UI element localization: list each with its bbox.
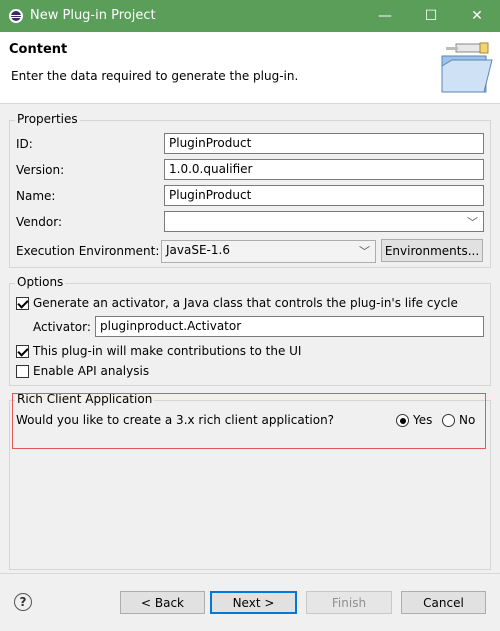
rcp-yes-radio[interactable] bbox=[396, 414, 409, 427]
page-title: Content bbox=[9, 42, 68, 57]
api-analysis-label[interactable]: Enable API analysis bbox=[33, 364, 149, 378]
back-button[interactable]: < Back bbox=[120, 591, 205, 614]
rcp-question: Would you like to create a 3.x rich clie… bbox=[16, 413, 335, 427]
name-label: Name: bbox=[16, 189, 56, 203]
title-bar: New Plug-in Project — ☐ ✕ bbox=[0, 0, 500, 32]
exec-env-label: Execution Environment: bbox=[16, 244, 160, 258]
cancel-button[interactable]: Cancel bbox=[401, 591, 486, 614]
generate-activator-checkbox[interactable] bbox=[16, 297, 29, 310]
eclipse-app-icon bbox=[9, 9, 23, 23]
wizard-header: Content Enter the data required to gener… bbox=[0, 32, 500, 104]
id-label: ID: bbox=[16, 137, 33, 151]
page-description: Enter the data required to generate the … bbox=[11, 69, 299, 83]
rcp-no-label[interactable]: No bbox=[459, 413, 475, 427]
minimize-button[interactable]: — bbox=[362, 0, 408, 32]
chevron-down-icon: ﹀ bbox=[359, 245, 370, 258]
name-field[interactable]: PluginProduct bbox=[164, 185, 484, 206]
exec-env-value: JavaSE-1.6 bbox=[166, 243, 230, 257]
version-label: Version: bbox=[16, 163, 65, 177]
chevron-down-icon: ﹀ bbox=[467, 216, 478, 229]
footer-separator bbox=[0, 573, 500, 574]
api-analysis-checkbox[interactable] bbox=[16, 365, 29, 378]
ui-contributions-checkbox[interactable] bbox=[16, 345, 29, 358]
next-button[interactable]: Next > bbox=[210, 591, 297, 614]
ui-contributions-label[interactable]: This plug-in will make contributions to … bbox=[33, 344, 301, 358]
activator-field[interactable]: pluginproduct.Activator bbox=[95, 316, 484, 337]
vendor-label: Vendor: bbox=[16, 215, 62, 229]
properties-legend: Properties bbox=[15, 112, 80, 126]
help-icon[interactable]: ? bbox=[14, 593, 32, 611]
generate-activator-label[interactable]: Generate an activator, a Java class that… bbox=[33, 296, 458, 310]
environments-button[interactable]: Environments... bbox=[381, 239, 483, 262]
close-button[interactable]: ✕ bbox=[454, 0, 500, 32]
rcp-yes-label[interactable]: Yes bbox=[413, 413, 432, 427]
folder-wizard-icon bbox=[441, 42, 493, 93]
exec-env-combo[interactable]: JavaSE-1.6 ﹀ bbox=[161, 240, 376, 263]
activator-label: Activator: bbox=[33, 320, 91, 334]
options-legend: Options bbox=[15, 275, 66, 289]
id-field[interactable]: PluginProduct bbox=[164, 133, 484, 154]
window-title: New Plug-in Project bbox=[30, 8, 156, 23]
rcp-no-radio[interactable] bbox=[442, 414, 455, 427]
version-field[interactable]: 1.0.0.qualifier bbox=[164, 159, 484, 180]
finish-button[interactable]: Finish bbox=[306, 591, 392, 614]
maximize-button[interactable]: ☐ bbox=[408, 0, 454, 32]
vendor-combo[interactable]: ﹀ bbox=[164, 211, 484, 232]
